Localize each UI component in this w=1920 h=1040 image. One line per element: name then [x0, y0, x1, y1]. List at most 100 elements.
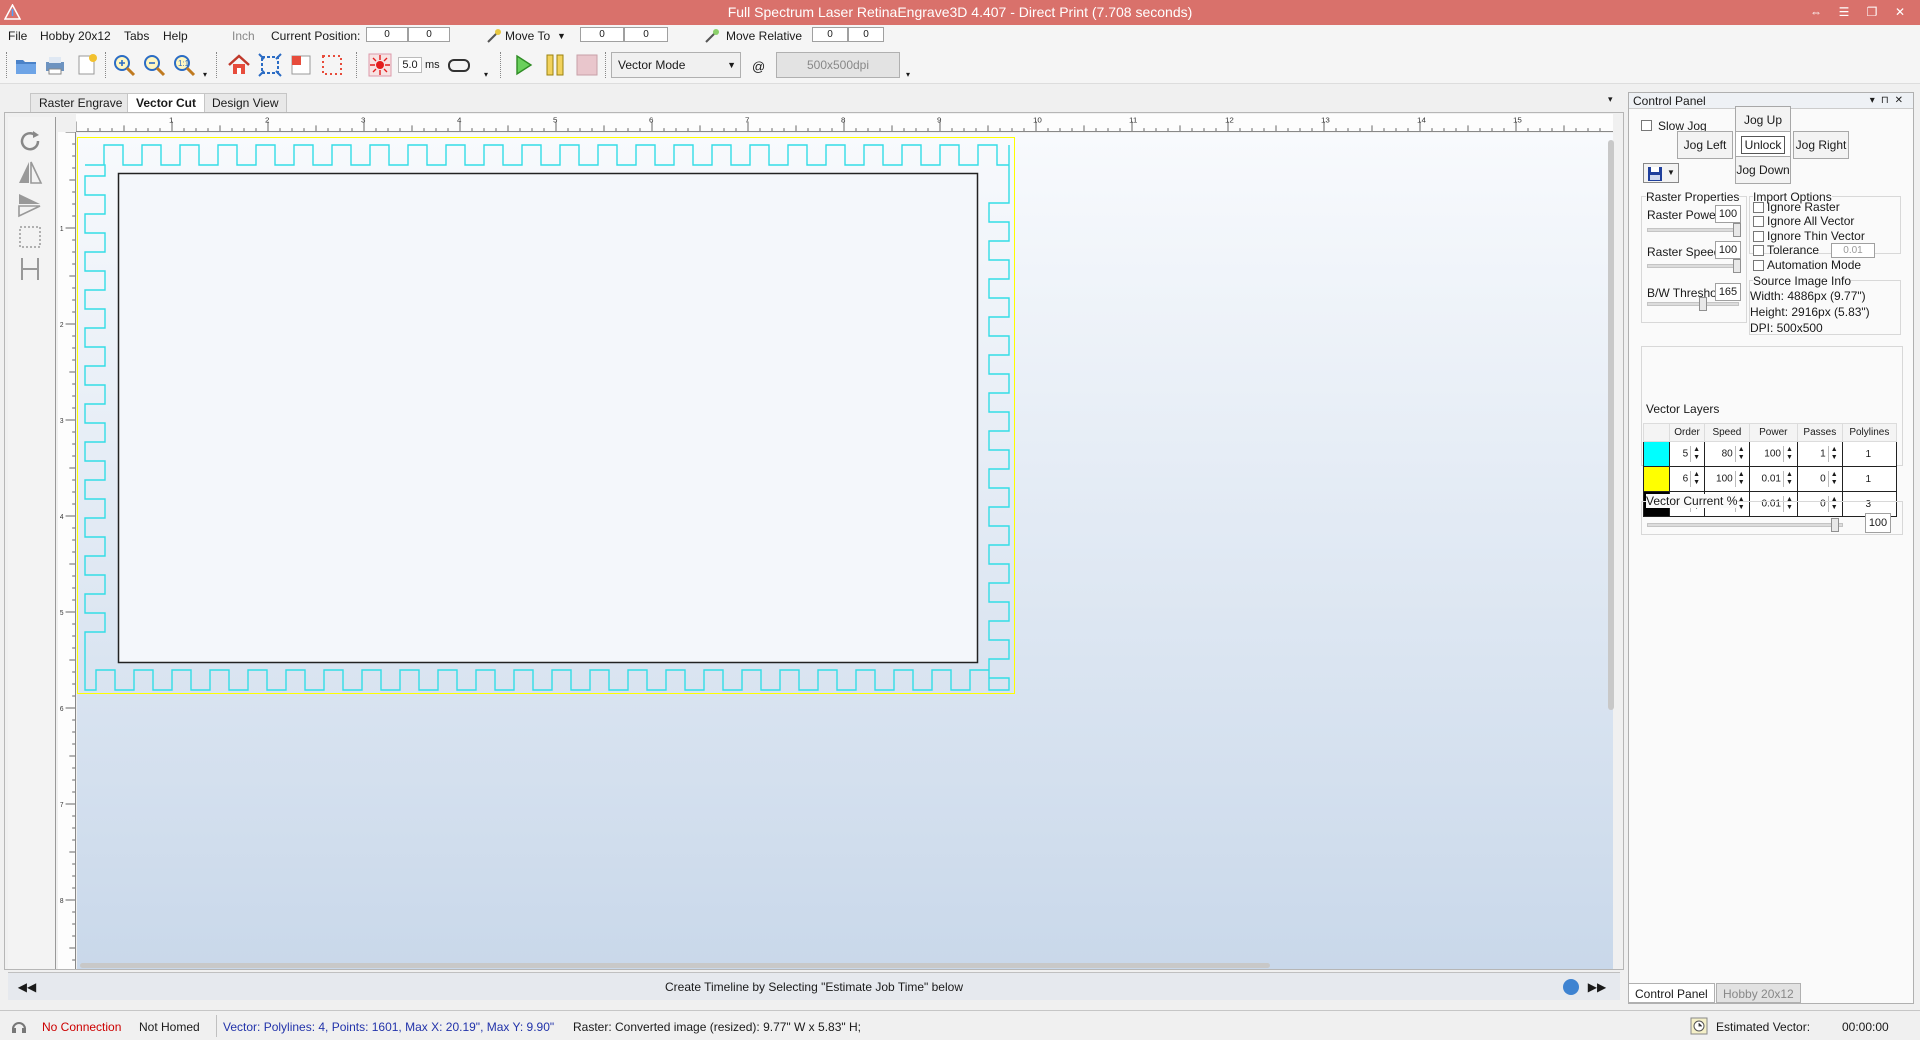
vertical-scrollbar[interactable]: [1608, 140, 1614, 710]
jog-up-button[interactable]: Jog Up: [1735, 106, 1791, 134]
jog-right-button[interactable]: Jog Right: [1793, 131, 1849, 159]
horizontal-scrollbar[interactable]: [80, 963, 1270, 968]
dpi-select[interactable]: 500x500dpi: [776, 52, 900, 78]
rotate-icon[interactable]: [16, 127, 44, 155]
maximize-button[interactable]: ❐: [1858, 2, 1886, 22]
tab-hobby-20x12[interactable]: Hobby 20x12: [1716, 983, 1801, 1003]
design-canvas[interactable]: [77, 133, 1613, 969]
bw-threshold-slider[interactable]: [1647, 302, 1739, 306]
pulse-duration-input[interactable]: 5.0: [398, 57, 422, 73]
spinner-arrows-icon[interactable]: ▲▼: [1782, 446, 1795, 462]
toolbar-overflow-icon-2[interactable]: ▾: [484, 70, 488, 79]
layer-power-cell[interactable]: 0.01 ▲ ▼: [1748, 466, 1798, 492]
perimeter-trace-icon[interactable]: [319, 52, 345, 78]
layer-speed-cell[interactable]: 100▲▼: [1704, 466, 1750, 492]
select-all-header[interactable]: [1643, 423, 1670, 442]
tabs-menu-icon[interactable]: ▾: [1608, 94, 1613, 105]
menu-machine[interactable]: Hobby 20x12: [40, 29, 111, 43]
frame-job-icon[interactable]: [257, 52, 283, 78]
speed-header[interactable]: Speed: [1704, 423, 1750, 442]
vector-current-slider[interactable]: [1647, 523, 1843, 527]
close-button[interactable]: ✕: [1886, 2, 1914, 22]
layer-power-cell[interactable]: 100 ▲ ▼: [1748, 441, 1798, 467]
layer-passes-cell[interactable]: 1 ▲ ▼: [1796, 441, 1843, 467]
zoom-in-icon[interactable]: [111, 52, 137, 78]
tolerance-checkbox[interactable]: [1753, 245, 1764, 256]
raster-speed-slider[interactable]: [1647, 264, 1739, 268]
layer-polylines-cell[interactable]: 1: [1841, 441, 1898, 467]
power-header[interactable]: Power: [1748, 423, 1798, 442]
ignore-raster-checkbox[interactable]: [1753, 202, 1764, 213]
passes-header[interactable]: Passes: [1796, 423, 1843, 442]
ignore-thin-vector-checkbox[interactable]: [1753, 231, 1764, 242]
raster-speed-input[interactable]: 100: [1715, 241, 1741, 259]
air-assist-toggle-icon[interactable]: [446, 52, 472, 78]
connection-icon[interactable]: [10, 1017, 28, 1035]
layer-speed-cell[interactable]: 80 ▲ ▼: [1704, 441, 1750, 467]
bw-threshold-slider-thumb[interactable]: [1699, 297, 1707, 311]
spinner-arrows-icon[interactable]: ▲▼: [1827, 471, 1840, 487]
spinner-arrows-icon[interactable]: ▲▼: [1734, 471, 1747, 487]
timeline-scrubber[interactable]: [1563, 979, 1579, 995]
toolbar-overflow-icon-3[interactable]: ▾: [906, 70, 910, 79]
order-header[interactable]: Order: [1668, 423, 1706, 442]
flip-horizontal-icon[interactable]: [16, 159, 44, 187]
slow-jog-checkbox[interactable]: [1641, 120, 1652, 131]
play-icon[interactable]: [510, 52, 536, 78]
bounding-box-icon[interactable]: [288, 52, 314, 78]
mode-select[interactable]: Vector Mode ▼: [611, 52, 741, 78]
layer-color-swatch[interactable]: [1643, 466, 1670, 492]
menu-help[interactable]: Help: [163, 29, 188, 43]
vector-current-input[interactable]: 100: [1865, 513, 1891, 533]
print-icon[interactable]: [42, 52, 68, 78]
layer-polylines-cell[interactable]: 1: [1841, 466, 1898, 492]
tab-raster-engrave[interactable]: Raster Engrave: [30, 93, 132, 112]
move-relative-x[interactable]: 0: [812, 27, 848, 42]
open-file-icon[interactable]: [13, 52, 39, 78]
table-row[interactable]: 6 ▲ ▼ 100 ▲ ▼ 0.01 ▲ ▼ 0 ▲ ▼ 1: [1643, 466, 1898, 492]
layer-order-cell[interactable]: 6 ▲ ▼: [1668, 466, 1706, 492]
move-to-dropdown-icon[interactable]: ▼: [557, 31, 566, 41]
raster-speed-slider-thumb[interactable]: [1733, 259, 1741, 273]
layer-color-swatch[interactable]: [1643, 441, 1670, 467]
restore-size-icon[interactable]: ⇔: [1802, 2, 1830, 22]
stop-icon[interactable]: [574, 52, 600, 78]
layer-order-cell[interactable]: 5 ▲ ▼: [1668, 441, 1706, 467]
spinner-arrows-icon[interactable]: ▲▼: [1690, 471, 1702, 487]
new-file-icon[interactable]: [74, 52, 100, 78]
zoom-fit-icon[interactable]: 1:1: [171, 52, 197, 78]
spinner-arrows-icon[interactable]: ▲▼: [1690, 446, 1702, 462]
scale-box-icon[interactable]: [16, 223, 44, 251]
align-height-icon[interactable]: [16, 255, 44, 283]
minimize-button[interactable]: ☰: [1830, 2, 1858, 22]
save-settings-button[interactable]: ▼: [1643, 163, 1679, 183]
table-row[interactable]: 5 ▲ ▼ 80 ▲ ▼ 100 ▲ ▼ 1 ▲ ▼ 1: [1643, 441, 1898, 467]
flip-vertical-icon[interactable]: [16, 191, 44, 219]
move-relative-y[interactable]: 0: [848, 27, 884, 42]
home-icon[interactable]: [226, 52, 252, 78]
jog-down-button[interactable]: Jog Down: [1735, 156, 1791, 184]
raster-power-slider[interactable]: [1647, 228, 1739, 232]
spinner-arrows-icon[interactable]: ▲▼: [1782, 471, 1795, 487]
vector-current-slider-thumb[interactable]: [1831, 518, 1840, 532]
move-to-y[interactable]: 0: [624, 27, 668, 42]
menu-tabs[interactable]: Tabs: [124, 29, 149, 43]
jog-left-button[interactable]: Jog Left: [1677, 131, 1733, 159]
toolbar-overflow-icon[interactable]: ▾: [203, 70, 207, 79]
polylines-header[interactable]: Polylines: [1841, 423, 1898, 442]
ignore-all-vector-checkbox[interactable]: [1753, 216, 1764, 227]
tab-design-view[interactable]: Design View: [203, 93, 288, 112]
spinner-arrows-icon[interactable]: ▲▼: [1734, 446, 1747, 462]
menu-file[interactable]: File: [8, 29, 27, 43]
tab-control-panel[interactable]: Control Panel: [1628, 983, 1715, 1003]
raster-power-input[interactable]: 100: [1715, 205, 1741, 223]
laser-fire-icon[interactable]: [367, 52, 393, 78]
tolerance-input[interactable]: 0.01: [1831, 243, 1875, 258]
pause-icon[interactable]: [542, 52, 568, 78]
bw-threshold-input[interactable]: 165: [1715, 283, 1741, 301]
move-to-x[interactable]: 0: [580, 27, 624, 42]
raster-power-slider-thumb[interactable]: [1733, 223, 1741, 237]
spinner-arrows-icon[interactable]: ▲▼: [1827, 446, 1840, 462]
fast-forward-icon[interactable]: ▶▶: [1586, 978, 1608, 996]
move-relative-button[interactable]: Move Relative: [726, 29, 802, 43]
